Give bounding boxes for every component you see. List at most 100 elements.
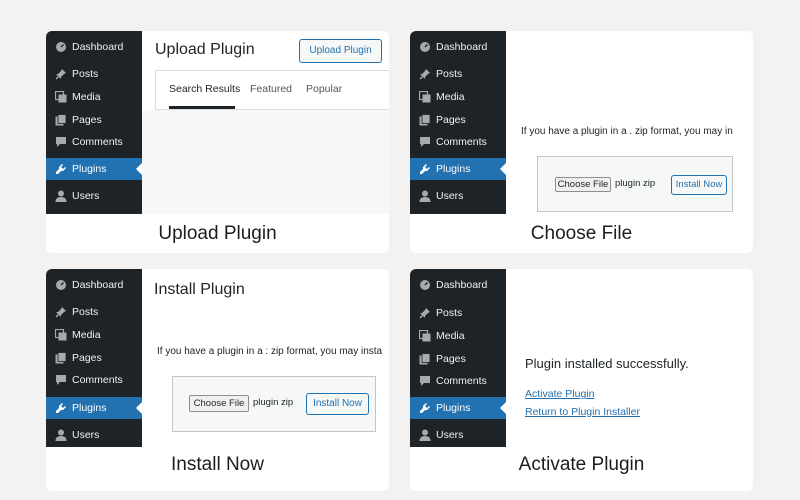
comment-icon xyxy=(419,136,431,148)
sidebar-item-comments[interactable]: Comments xyxy=(46,369,142,391)
sidebar-item-posts[interactable]: Posts xyxy=(410,302,506,324)
sidebar-item-label: Pages xyxy=(72,352,102,364)
sidebar-item-label: Plugins xyxy=(436,402,471,414)
sidebar-item-label: Media xyxy=(436,330,465,342)
upload-form: Choose File plugin zip Install Now xyxy=(537,156,733,212)
sidebar-item-pages[interactable]: Pages xyxy=(46,109,142,131)
selected-file-name: plugin zip xyxy=(253,397,294,408)
sidebar-item-media[interactable]: Media xyxy=(46,86,142,108)
media-icon xyxy=(419,91,431,103)
user-icon xyxy=(419,190,431,202)
plugin-icon xyxy=(419,163,431,175)
install-now-button[interactable]: Install Now xyxy=(306,393,369,415)
sidebar-item-dashboard[interactable]: Dashboard xyxy=(46,274,142,296)
sidebar-item-label: Users xyxy=(436,190,464,202)
sidebar-item-pages[interactable]: Pages xyxy=(46,347,142,369)
step-card-activate-plugin: Dashboard Posts Media Pages Comments Plu… xyxy=(410,269,753,491)
step-caption: Choose File xyxy=(530,223,633,244)
comment-icon xyxy=(55,136,67,148)
media-icon xyxy=(55,91,67,103)
plugin-icon xyxy=(419,402,431,414)
upload-form: Choose File plugin zip Install Now xyxy=(172,376,376,432)
upload-instruction: If you have a plugin in a . zip format, … xyxy=(521,126,733,137)
pin-icon xyxy=(419,68,431,80)
dashboard-icon xyxy=(55,279,67,291)
sidebar-item-comments[interactable]: Comments xyxy=(410,131,506,153)
sidebar-item-plugins[interactable]: Plugins xyxy=(46,158,142,180)
screenshot-install-now: Dashboard Posts Media Pages Comments Plu… xyxy=(46,269,389,447)
success-message: Plugin installed successfully. xyxy=(525,356,689,371)
step-card-install-now: Dashboard Posts Media Pages Comments Plu… xyxy=(46,269,389,491)
plugin-tabs: Search Results Featured Popular xyxy=(155,70,389,110)
sidebar-item-label: Comments xyxy=(436,136,487,148)
activate-plugin-link[interactable]: Activate Plugin xyxy=(525,388,594,400)
sidebar-item-label: Comments xyxy=(436,375,487,387)
user-icon xyxy=(419,429,431,441)
sidebar-item-dashboard[interactable]: Dashboard xyxy=(410,36,506,58)
sidebar-item-users[interactable]: Users xyxy=(46,185,142,207)
sidebar-item-label: Pages xyxy=(436,353,466,365)
sidebar-item-posts[interactable]: Posts xyxy=(46,301,142,323)
screenshot-choose-file: Dashboard Posts Media Pages Comments Plu… xyxy=(410,31,753,214)
comment-icon xyxy=(419,375,431,387)
sidebar-item-dashboard[interactable]: Dashboard xyxy=(410,274,506,296)
page-title: Upload Plugin xyxy=(155,41,255,58)
admin-sidebar: Dashboard Posts Media Pages Comments Plu… xyxy=(46,269,142,447)
step-card-upload-plugin: Dashboard Posts Media Pages Comments Plu… xyxy=(46,31,389,253)
sidebar-item-posts[interactable]: Posts xyxy=(410,63,506,85)
sidebar-item-label: Users xyxy=(72,429,100,441)
return-to-installer-link[interactable]: Return to Plugin Installer xyxy=(525,406,640,418)
sidebar-item-users[interactable]: Users xyxy=(46,424,142,446)
plugin-icon xyxy=(55,402,67,414)
sidebar-item-label: Users xyxy=(72,190,100,202)
pages-icon xyxy=(55,352,67,364)
step-card-choose-file: Dashboard Posts Media Pages Comments Plu… xyxy=(410,31,753,253)
sidebar-item-label: Plugins xyxy=(72,402,107,414)
sidebar-item-label: Plugins xyxy=(72,163,107,175)
sidebar-item-dashboard[interactable]: Dashboard xyxy=(46,36,142,58)
sidebar-item-label: Pages xyxy=(436,114,466,126)
sidebar-item-label: Dashboard xyxy=(72,279,124,291)
sidebar-item-plugins[interactable]: Plugins xyxy=(410,158,506,180)
sidebar-item-comments[interactable]: Comments xyxy=(410,370,506,392)
sidebar-item-media[interactable]: Media xyxy=(410,325,506,347)
sidebar-item-users[interactable]: Users xyxy=(410,424,506,446)
upload-plugin-button[interactable]: Upload Plugin xyxy=(299,39,382,63)
sidebar-item-users[interactable]: Users xyxy=(410,185,506,207)
sidebar-item-label: Users xyxy=(436,429,464,441)
choose-file-button[interactable]: Choose File xyxy=(555,177,611,192)
install-now-button[interactable]: Install Now xyxy=(671,175,727,195)
tab-featured[interactable]: Featured xyxy=(250,83,292,95)
sidebar-item-label: Pages xyxy=(72,114,102,126)
pages-icon xyxy=(419,353,431,365)
pages-icon xyxy=(419,114,431,126)
user-icon xyxy=(55,429,67,441)
sidebar-item-pages[interactable]: Pages xyxy=(410,348,506,370)
user-icon xyxy=(55,190,67,202)
tab-search-results[interactable]: Search Results xyxy=(169,83,240,95)
sidebar-item-posts[interactable]: Posts xyxy=(46,63,142,85)
sidebar-item-label: Media xyxy=(72,91,101,103)
sidebar-item-media[interactable]: Media xyxy=(410,86,506,108)
pin-icon xyxy=(419,307,431,319)
sidebar-item-pages[interactable]: Pages xyxy=(410,109,506,131)
dashboard-icon xyxy=(419,279,431,291)
step-caption: Upload Plugin xyxy=(158,223,277,244)
content-area xyxy=(142,110,389,214)
dashboard-icon xyxy=(419,41,431,53)
dashboard-icon xyxy=(55,41,67,53)
choose-file-button[interactable]: Choose File xyxy=(189,395,249,412)
sidebar-item-label: Comments xyxy=(72,374,123,386)
media-icon xyxy=(419,330,431,342)
sidebar-item-media[interactable]: Media xyxy=(46,324,142,346)
sidebar-item-label: Comments xyxy=(72,136,123,148)
comment-icon xyxy=(55,374,67,386)
screenshot-activate-plugin: Dashboard Posts Media Pages Comments Plu… xyxy=(410,269,753,447)
plugin-icon xyxy=(55,163,67,175)
sidebar-item-plugins[interactable]: Plugins xyxy=(410,397,506,419)
sidebar-item-comments[interactable]: Comments xyxy=(46,131,142,153)
tab-popular[interactable]: Popular xyxy=(306,83,342,95)
sidebar-item-label: Posts xyxy=(72,306,99,318)
sidebar-item-plugins[interactable]: Plugins xyxy=(46,397,142,419)
screenshot-upload-plugin: Dashboard Posts Media Pages Comments Plu… xyxy=(46,31,389,214)
